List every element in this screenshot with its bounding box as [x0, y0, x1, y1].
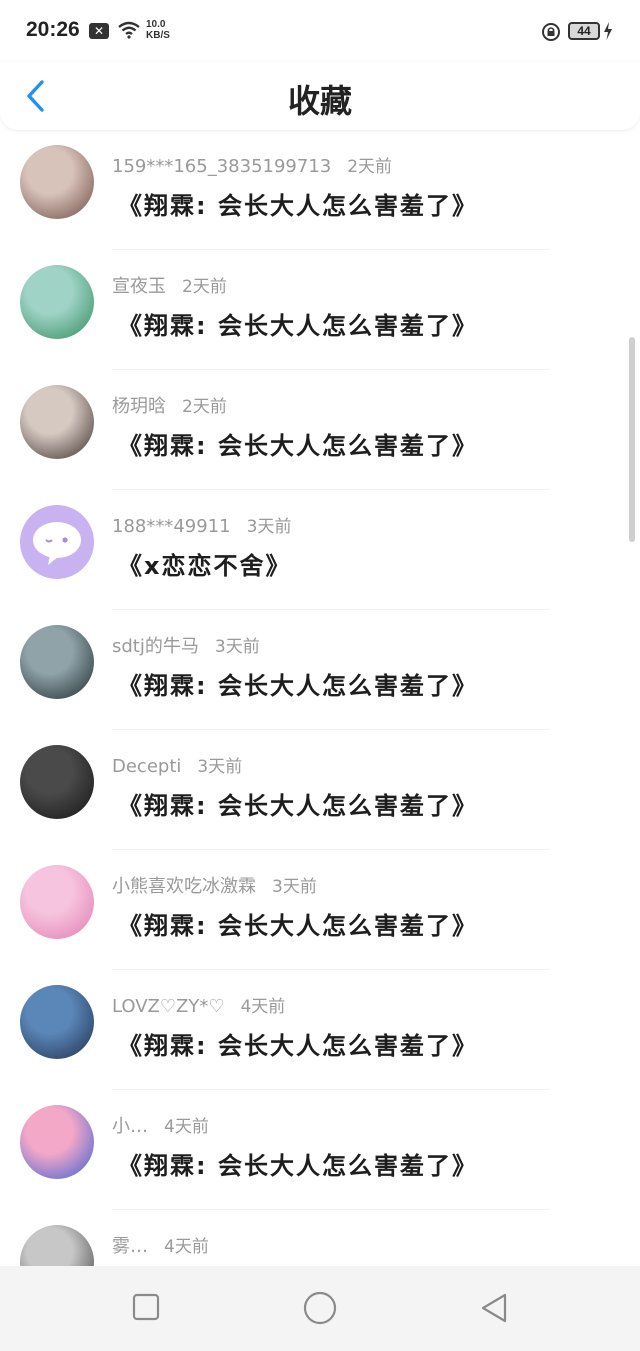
username: Decepti	[112, 756, 182, 777]
item-meta: 159***165_3835199713 2天前	[112, 152, 392, 177]
username: 宣夜玉	[112, 276, 166, 297]
item-meta: Decepti 3天前	[112, 752, 242, 777]
wifi-icon	[118, 21, 140, 39]
item-meta: 宣夜玉 2天前	[112, 272, 227, 298]
username: 小…	[112, 1116, 148, 1137]
story-title[interactable]: 《翔霖: 会长大人怎么害羞了》	[118, 1026, 478, 1061]
avatar[interactable]	[20, 625, 94, 699]
item-meta: 188***49911 3天前	[112, 512, 291, 537]
timestamp: 3天前	[246, 517, 292, 537]
list-item[interactable]: 雾… 4天前	[0, 1210, 640, 1266]
avatar[interactable]	[20, 1105, 94, 1179]
battery-indicator: 44	[568, 22, 600, 40]
item-meta: 杨玥晗 2天前	[112, 392, 227, 418]
net-speed-unit: KB/S	[146, 30, 170, 41]
item-meta: 小熊喜欢吃冰激霖 3天前	[112, 872, 317, 898]
avatar[interactable]	[20, 865, 94, 939]
timestamp: 2天前	[182, 397, 227, 417]
timestamp: 4天前	[164, 1117, 209, 1137]
timestamp: 3天前	[197, 757, 243, 777]
username: 杨玥晗	[112, 396, 166, 417]
list-item[interactable]: 159***165_3835199713 2天前《翔霖: 会长大人怎么害羞了》	[0, 130, 640, 250]
avatar[interactable]	[20, 265, 94, 339]
username: 雾…	[112, 1236, 148, 1257]
avatar[interactable]	[20, 505, 94, 579]
item-meta: sdtj的牛马 3天前	[112, 632, 260, 658]
chat-bubble-icon	[33, 522, 81, 565]
list-item[interactable]: Decepti 3天前《翔霖: 会长大人怎么害羞了》	[0, 730, 640, 850]
timestamp: 3天前	[214, 637, 260, 657]
list-item[interactable]: 188***49911 3天前《x恋恋不舍》	[0, 490, 640, 610]
avatar[interactable]	[20, 745, 94, 819]
story-title[interactable]: 《翔霖: 会长大人怎么害羞了》	[118, 666, 478, 701]
timestamp: 4天前	[240, 997, 286, 1017]
avatar[interactable]	[20, 985, 94, 1059]
favorites-list[interactable]: 159***165_3835199713 2天前 《翔霖: 会长大人怎么害羞了》 宣夜…	[0, 130, 640, 1266]
charging-bolt-icon	[604, 22, 612, 40]
list-item[interactable]: 小熊喜欢吃冰激霖 3天前《翔霖: 会长大人怎么害羞了》	[0, 850, 640, 970]
notification-x-icon: ✕	[89, 23, 109, 39]
timestamp: 2天前	[182, 277, 227, 297]
system-nav-bar	[0, 1266, 640, 1351]
story-title[interactable]: 《翔霖: 会长大人怎么害羞了》	[118, 906, 478, 941]
list-item[interactable]: 宣夜玉 2天前《翔霖: 会长大人怎么害羞了》	[0, 250, 640, 370]
avatar[interactable]	[20, 145, 94, 219]
timestamp: 2天前	[347, 157, 393, 177]
status-time: 20:26	[26, 18, 80, 41]
avatar[interactable]	[20, 1225, 94, 1266]
page-title: 收藏	[287, 82, 352, 120]
timestamp: 4天前	[164, 1237, 209, 1257]
username: 小熊喜欢吃冰激霖	[112, 876, 256, 897]
story-title[interactable]: 《翔霖: 会长大人怎么害羞了》	[118, 786, 478, 821]
header: 收藏	[0, 62, 640, 130]
item-meta: LOVZ♡ZY*♡ 4天前	[112, 992, 285, 1017]
list-item[interactable]: LOVZ♡ZY*♡ 4天前《翔霖: 会长大人怎么害羞了》	[0, 970, 640, 1090]
username: 188***49911	[112, 516, 231, 537]
list-item[interactable]: 杨玥晗 2天前《翔霖: 会长大人怎么害羞了》	[0, 370, 640, 490]
list-item[interactable]: 小… 4天前《翔霖: 会长大人怎么害羞了》	[0, 1090, 640, 1210]
item-meta: 小… 4天前	[112, 1112, 209, 1138]
triangle-back-icon[interactable]	[478, 1292, 510, 1324]
story-title[interactable]: 《翔霖: 会长大人怎么害羞了》	[118, 1146, 478, 1181]
username: 159***165_3835199713	[112, 156, 332, 177]
story-title[interactable]: 《翔霖: 会长大人怎么害羞了》	[118, 186, 478, 221]
username: sdtj的牛马	[112, 636, 199, 657]
net-speed: 10.0 KB/S	[146, 19, 170, 41]
story-title[interactable]: 《x恋恋不舍》	[118, 546, 291, 581]
item-meta: 雾… 4天前	[112, 1232, 209, 1258]
net-speed-value: 10.0	[146, 19, 166, 30]
status-bar: 20:26 ✕ 10.0 KB/S 44	[0, 0, 640, 62]
list-item[interactable]: sdtj的牛马 3天前《翔霖: 会长大人怎么害羞了》	[0, 610, 640, 730]
rotation-lock-icon	[542, 23, 560, 41]
story-title[interactable]: 《翔霖: 会长大人怎么害羞了》	[118, 426, 478, 461]
timestamp: 3天前	[272, 877, 317, 897]
username: LOVZ♡ZY*♡	[112, 996, 225, 1017]
square-icon[interactable]	[131, 1292, 161, 1322]
story-title[interactable]: 《翔霖: 会长大人怎么害羞了》	[118, 306, 478, 341]
circle-icon[interactable]	[302, 1290, 338, 1326]
avatar[interactable]	[20, 385, 94, 459]
scrollbar[interactable]	[629, 337, 635, 542]
